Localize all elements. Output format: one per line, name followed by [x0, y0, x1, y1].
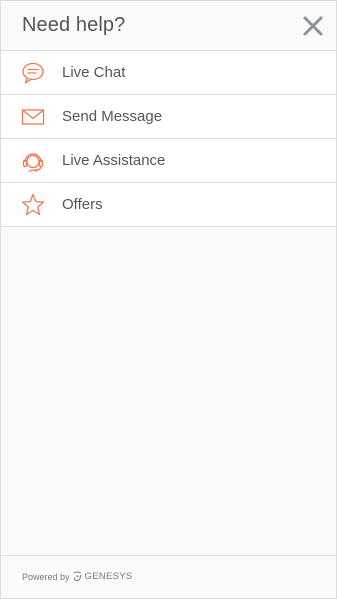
help-options-list: Live Chat Send Message Live Assistance O… [1, 50, 336, 227]
panel-header: Need help? [1, 1, 336, 50]
brand-name: GENESYS [84, 571, 133, 582]
envelope-icon [21, 109, 45, 125]
close-icon[interactable] [302, 15, 324, 37]
headset-icon [22, 153, 44, 173]
menu-item-live-chat[interactable]: Live Chat [1, 51, 336, 95]
powered-by-label: Powered by [22, 571, 70, 582]
menu-item-send-message[interactable]: Send Message [1, 95, 336, 139]
menu-item-label: Live Chat [62, 64, 126, 81]
chat-bubble-icon [22, 62, 44, 84]
menu-item-offers[interactable]: Offers [1, 183, 336, 227]
panel-title: Need help? [22, 14, 126, 36]
panel-footer: Powered by GENESYS [1, 555, 336, 598]
genesys-logo-icon [73, 571, 81, 582]
menu-item-label: Offers [62, 196, 103, 213]
powered-by[interactable]: Powered by GENESYS [22, 571, 133, 582]
menu-item-live-assistance[interactable]: Live Assistance [1, 139, 336, 183]
help-panel: Need help? Live Chat Send Message Live A… [0, 0, 337, 599]
menu-item-label: Live Assistance [62, 152, 166, 169]
star-icon [21, 193, 45, 216]
menu-item-label: Send Message [62, 108, 163, 125]
